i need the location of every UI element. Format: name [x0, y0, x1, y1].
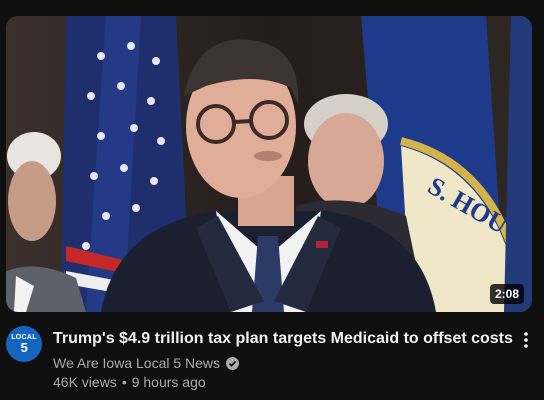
channel-name[interactable]: We Are Iowa Local 5 News	[53, 355, 220, 371]
video-title[interactable]: Trump's $4.9 trillion tax plan targets M…	[53, 329, 513, 349]
more-options-button[interactable]	[514, 328, 538, 352]
thumbnail-image: S. HOU	[6, 16, 532, 312]
channel-row: We Are Iowa Local 5 News	[53, 354, 240, 372]
video-duration: 2:08	[489, 284, 524, 304]
avatar-label-number: 5	[20, 340, 28, 355]
stats-separator: •	[121, 374, 127, 390]
view-count: 46K views	[53, 374, 117, 390]
upload-age: 9 hours ago	[131, 374, 206, 390]
video-thumbnail[interactable]: S. HOU 2:08	[6, 16, 532, 312]
channel-avatar[interactable]: LOCAL 5	[6, 326, 42, 362]
video-stats: 46K views • 9 hours ago	[53, 374, 206, 390]
check-circle-icon	[226, 356, 240, 370]
three-dots-vertical-icon	[524, 332, 528, 348]
